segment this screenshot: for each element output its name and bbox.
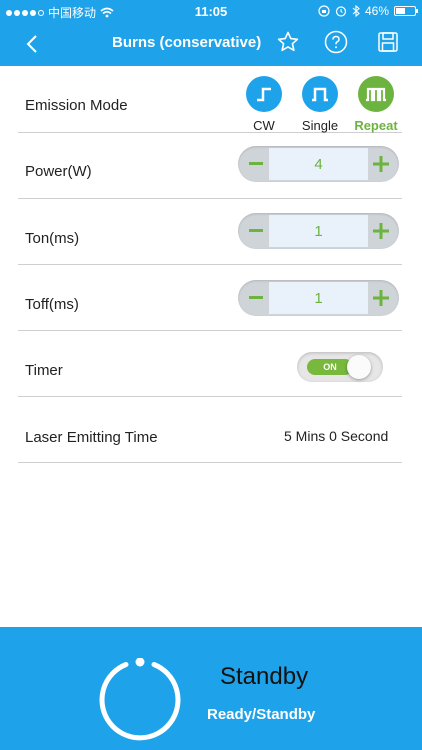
save-button[interactable] [376,30,400,54]
favorite-star-button[interactable] [276,30,300,54]
help-button[interactable] [324,30,348,54]
ton-decrease-button[interactable] [240,213,272,249]
timer-toggle[interactable]: ON [297,352,383,382]
repeat-pulse-icon [358,76,394,112]
emission-mode-label: Emission Mode [25,97,128,114]
plus-icon [373,290,389,306]
emitting-time-label: Laser Emitting Time [25,429,158,446]
battery-percent: 46% [364,4,389,18]
cw-wave-icon [246,76,282,112]
power-label: Power(W) [25,163,92,180]
emitting-time-value: 5 Mins 0 Second [284,428,389,444]
single-pulse-icon [302,76,338,112]
power-value[interactable]: 4 [269,148,368,180]
timer-label: Timer [25,362,63,379]
toff-stepper: 1 [238,280,399,316]
status-bar: 中国移动 11:05 46% [0,0,422,22]
toff-label: Toff(ms) [25,296,79,313]
page-title: Burns (conservative) [112,34,262,51]
back-button[interactable] [18,30,46,58]
mode-repeat-label: Repeat [354,118,398,133]
ton-stepper: 1 [238,213,399,249]
mode-single-label: Single [301,118,339,133]
minus-icon [249,162,263,165]
minus-icon [249,296,263,299]
toff-increase-button[interactable] [365,280,397,316]
plus-icon [373,156,389,172]
plus-icon [373,223,389,239]
toff-decrease-button[interactable] [240,280,272,316]
power-increase-button[interactable] [365,146,397,182]
alarm-icon [335,6,347,17]
toggle-knob [347,355,371,379]
toff-value[interactable]: 1 [269,282,368,314]
chevron-left-icon [26,35,37,53]
top-bar: 中国移动 11:05 46% Burns (conservative) [0,0,422,66]
mode-cw-button[interactable]: CW [234,76,294,133]
ton-label: Ton(ms) [25,230,80,247]
mode-repeat-button[interactable]: Repeat [346,76,406,133]
bluetooth-icon [352,5,360,17]
lock-rotation-icon [318,5,330,17]
ton-increase-button[interactable] [365,213,397,249]
power-stepper: 4 [238,146,399,182]
power-decrease-button[interactable] [240,146,272,182]
nav-bar: Burns (conservative) [0,22,422,66]
status-subtitle: Ready/Standby [207,706,316,723]
status-right: 46% [318,4,418,18]
minus-icon [249,229,263,232]
ton-value[interactable]: 1 [269,215,368,247]
battery-icon [394,6,418,16]
status-title: Standby [220,663,309,690]
mode-single-button[interactable]: Single [290,76,350,133]
mode-cw-label: CW [253,118,275,133]
status-panel: Standby Ready/Standby [0,627,422,750]
power-ring-button[interactable] [98,658,182,742]
